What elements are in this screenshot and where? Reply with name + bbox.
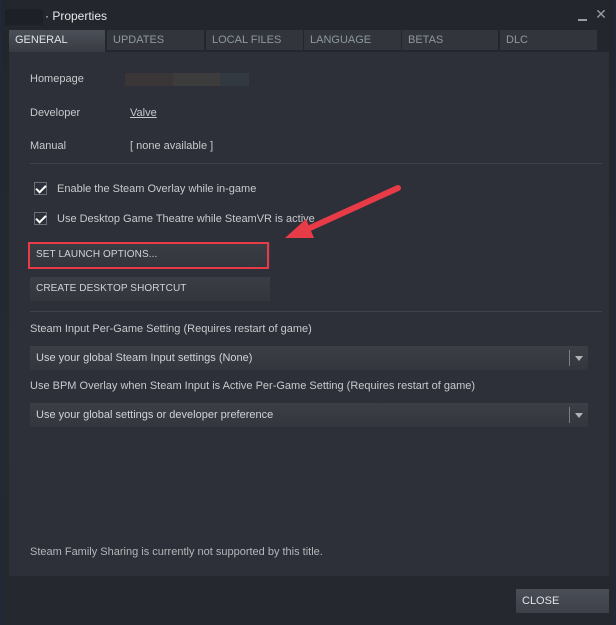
homepage-label: Homepage bbox=[30, 73, 84, 85]
homepage-value-redacted[interactable] bbox=[125, 73, 249, 86]
tab-bar: GENERAL UPDATES LOCAL FILES LANGUAGE BET… bbox=[9, 30, 609, 52]
tab-general[interactable]: GENERAL bbox=[9, 30, 105, 52]
steam-input-dropdown[interactable]: Use your global Steam Input settings (No… bbox=[30, 346, 588, 370]
dropdown-separator bbox=[569, 350, 570, 366]
close-button[interactable]: CLOSE bbox=[516, 589, 609, 613]
tab-language[interactable]: LANGUAGE bbox=[304, 30, 401, 50]
developer-link[interactable]: Valve bbox=[130, 107, 157, 119]
close-window-button[interactable]: ✕ bbox=[594, 5, 608, 23]
bpm-overlay-selected: Use your global settings or developer pr… bbox=[36, 409, 274, 421]
steam-input-selected: Use your global Steam Input settings (No… bbox=[36, 352, 253, 364]
tab-betas[interactable]: BETAS bbox=[402, 30, 498, 50]
divider bbox=[30, 311, 602, 312]
desktop-theatre-label: Use Desktop Game Theatre while SteamVR i… bbox=[57, 213, 315, 225]
steam-overlay-checkbox[interactable] bbox=[34, 182, 47, 195]
highlight-box-annotation bbox=[28, 242, 269, 269]
dropdown-separator bbox=[569, 407, 570, 423]
steam-overlay-label: Enable the Steam Overlay while in-game bbox=[57, 183, 257, 195]
game-name-redacted bbox=[5, 9, 43, 25]
general-panel: Homepage Developer Valve Manual [ none a… bbox=[9, 52, 609, 576]
tab-updates[interactable]: UPDATES bbox=[107, 30, 204, 50]
bpm-overlay-label: Use BPM Overlay when Steam Input is Acti… bbox=[30, 380, 476, 392]
family-sharing-note: Steam Family Sharing is currently not su… bbox=[30, 546, 323, 558]
tab-dlc[interactable]: DLC bbox=[500, 30, 597, 50]
tab-local-files[interactable]: LOCAL FILES bbox=[206, 30, 303, 50]
chevron-down-icon bbox=[575, 413, 583, 418]
properties-window: · Properties ✕ GENERAL UPDATES LOCAL FIL… bbox=[0, 0, 616, 625]
title-bar[interactable]: · Properties ✕ bbox=[1, 0, 616, 30]
minimize-icon bbox=[578, 19, 587, 21]
chevron-down-icon bbox=[575, 356, 583, 361]
close-icon: ✕ bbox=[595, 6, 607, 22]
developer-label: Developer bbox=[30, 107, 81, 119]
create-desktop-shortcut-button[interactable]: CREATE DESKTOP SHORTCUT bbox=[30, 277, 270, 301]
bpm-overlay-dropdown[interactable]: Use your global settings or developer pr… bbox=[30, 403, 588, 427]
steam-input-label: Steam Input Per-Game Setting (Requires r… bbox=[30, 323, 312, 335]
divider bbox=[30, 163, 602, 164]
minimize-button[interactable] bbox=[576, 5, 590, 23]
manual-label: Manual bbox=[30, 140, 67, 152]
window-title: · Properties bbox=[45, 9, 108, 23]
manual-value: [ none available ] bbox=[130, 140, 214, 152]
desktop-theatre-checkbox[interactable] bbox=[34, 212, 47, 225]
